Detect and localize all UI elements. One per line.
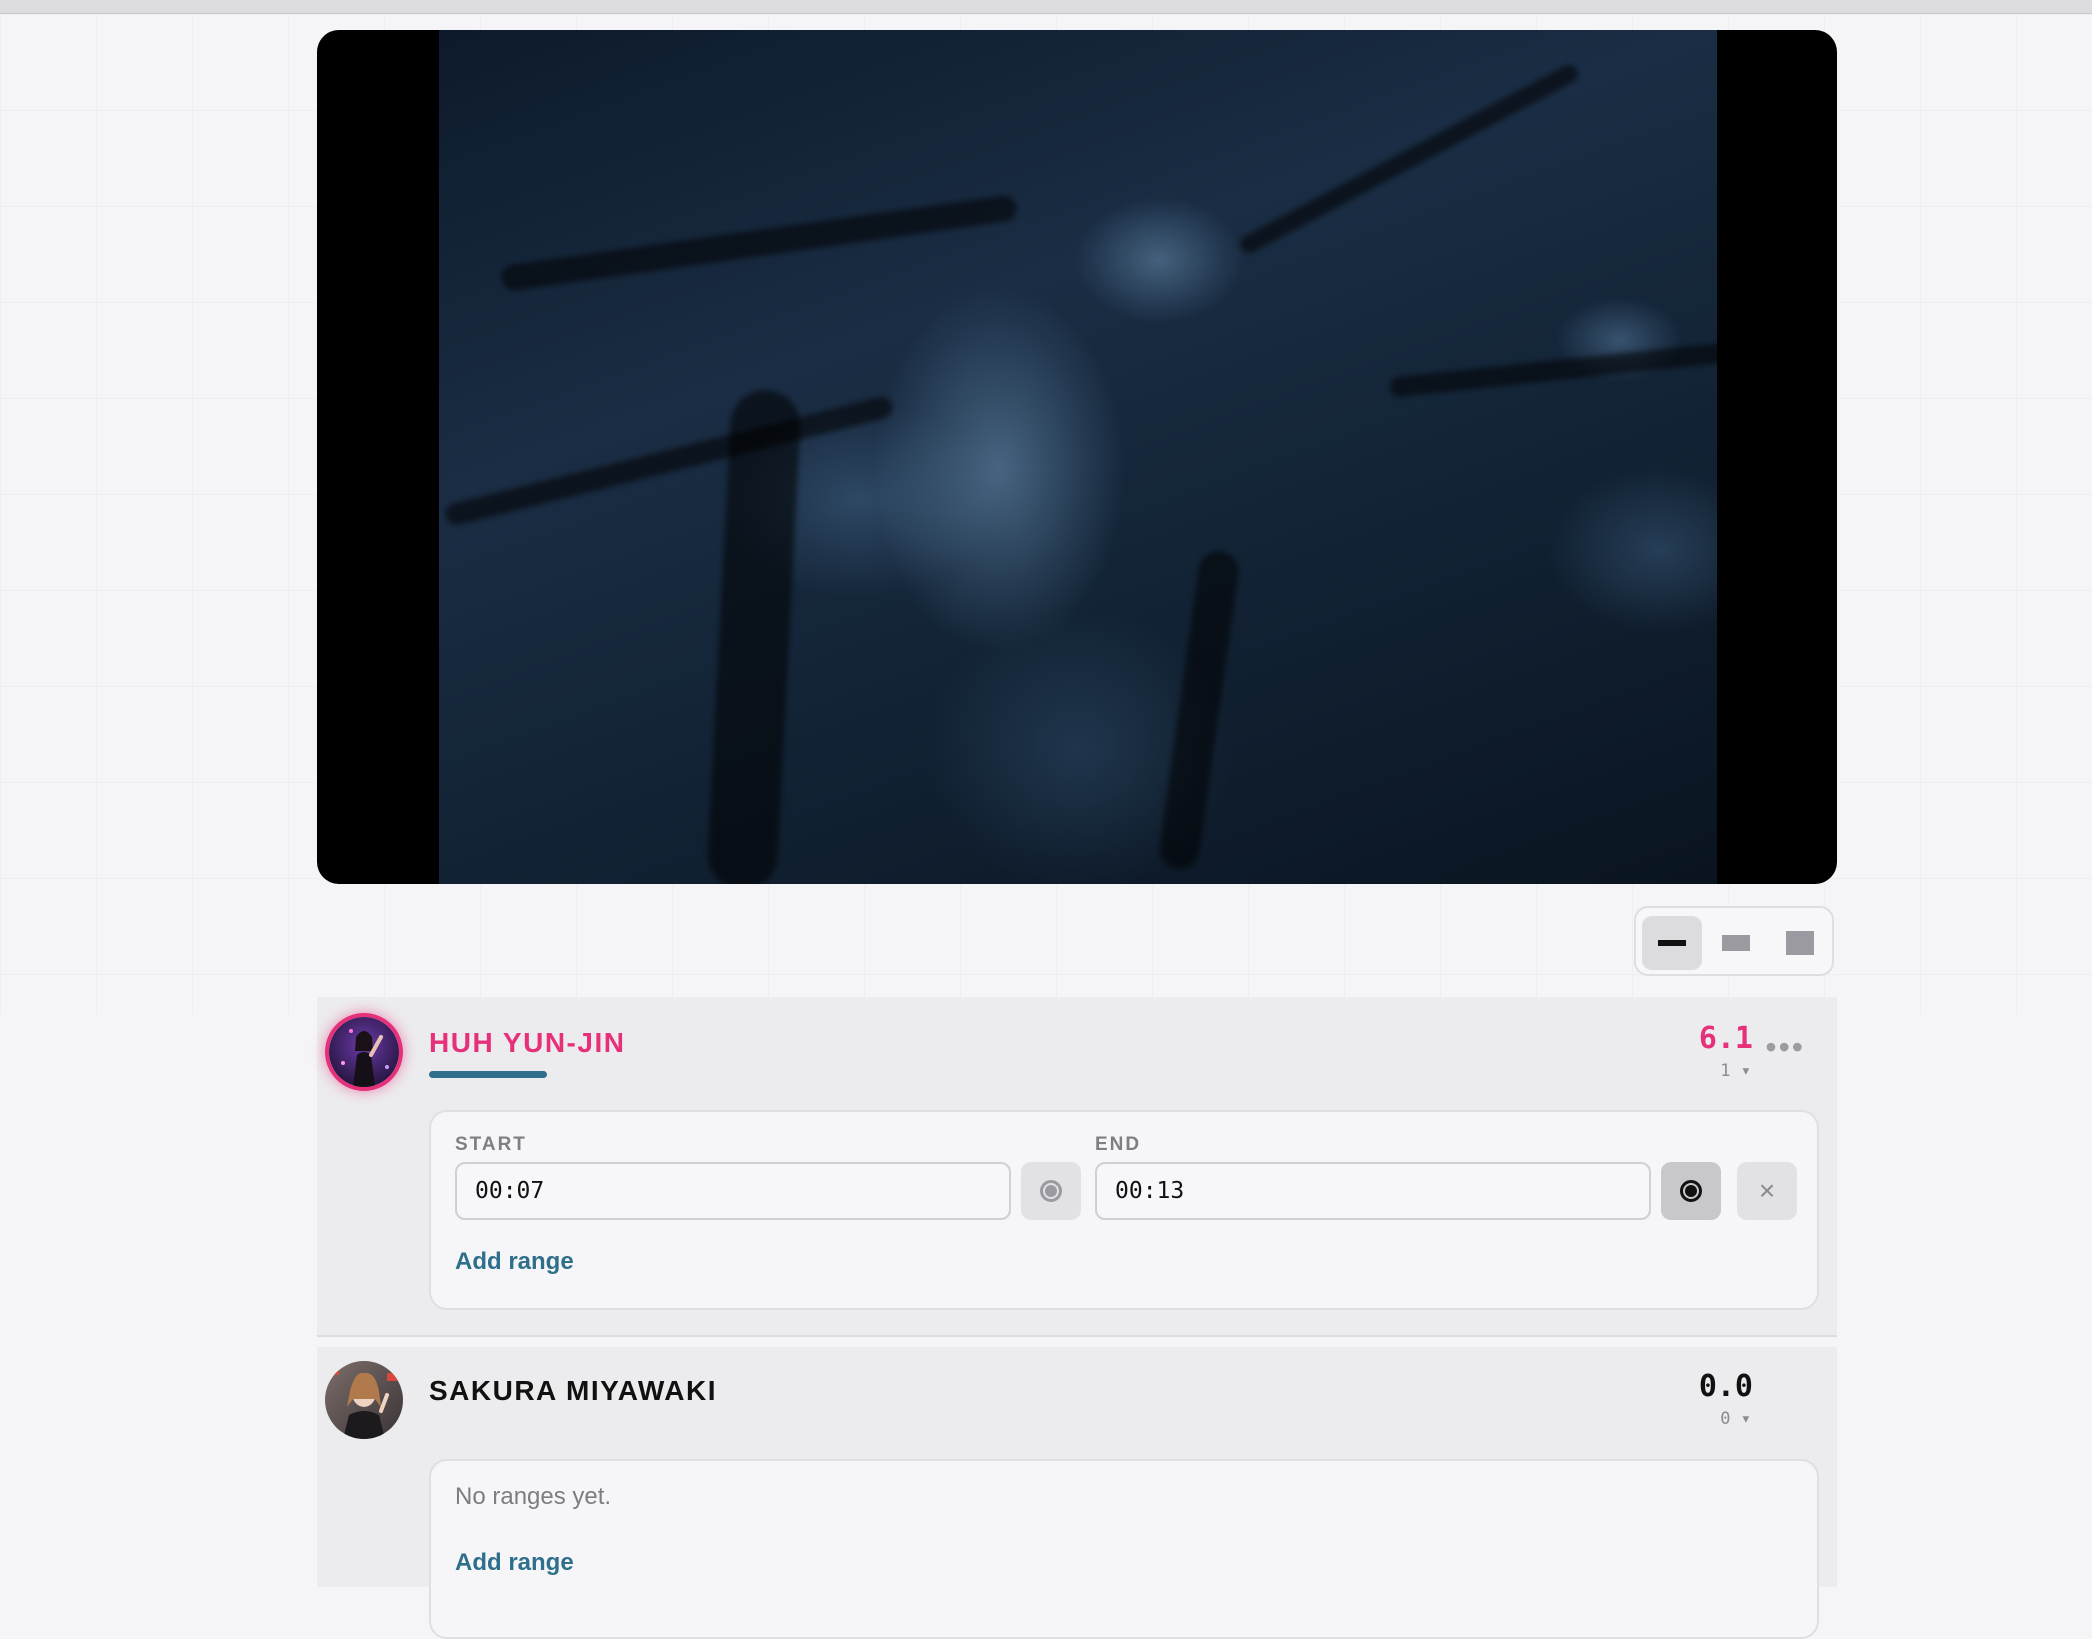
layout-large-button[interactable] [1770, 916, 1830, 970]
avatar-photo [329, 1017, 399, 1087]
record-icon [1680, 1180, 1702, 1202]
large-layout-icon [1786, 931, 1814, 955]
member-card: SAKURA MIYAWAKI 0.0 0 ▾ No ranges yet. A… [317, 1347, 1837, 1639]
end-label: END [1095, 1134, 1142, 1155]
compact-layout-icon [1658, 940, 1686, 946]
start-label: START [455, 1134, 527, 1155]
layout-toggle [1634, 906, 1834, 976]
ranges-panel: No ranges yet. Add range [429, 1459, 1819, 1639]
end-time-input[interactable]: 00:13 [1095, 1162, 1651, 1220]
member-name: SAKURA MIYAWAKI [429, 1375, 718, 1406]
add-range-link[interactable]: Add range [455, 1248, 574, 1276]
more-options-button[interactable]: ••• [1765, 1029, 1805, 1066]
score-progress-bar [429, 1071, 547, 1078]
video-player[interactable] [317, 30, 1837, 884]
range-count-dropdown[interactable]: 1 ▾ [1720, 1061, 1751, 1081]
member-card: HUH YUN-JIN 6.1 1 ▾ ••• START 00:07 END … [317, 997, 1837, 1337]
medium-layout-icon [1722, 935, 1750, 951]
layout-medium-button[interactable] [1706, 916, 1766, 970]
ranges-panel: START 00:07 END 00:13 × Add range [429, 1110, 1819, 1310]
set-end-button[interactable] [1661, 1162, 1721, 1220]
avatar-photo [325, 1361, 403, 1439]
close-icon: × [1758, 1175, 1776, 1206]
layout-compact-button[interactable] [1642, 916, 1702, 970]
set-start-button[interactable] [1021, 1162, 1081, 1220]
record-icon [1040, 1180, 1062, 1202]
remove-range-button[interactable]: × [1737, 1162, 1797, 1220]
add-range-link[interactable]: Add range [455, 1549, 574, 1577]
member-name: HUH YUN-JIN [429, 1027, 626, 1058]
avatar[interactable] [325, 1361, 403, 1439]
member-score: 6.1 [1698, 1021, 1753, 1056]
avatar[interactable] [325, 1013, 403, 1091]
start-time-input[interactable]: 00:07 [455, 1162, 1011, 1220]
member-score: 0.0 [1698, 1369, 1753, 1404]
browser-top-edge [0, 0, 2092, 14]
range-count-dropdown[interactable]: 0 ▾ [1720, 1409, 1751, 1429]
empty-ranges-text: No ranges yet. [455, 1483, 612, 1510]
video-frame-image [439, 30, 1730, 884]
